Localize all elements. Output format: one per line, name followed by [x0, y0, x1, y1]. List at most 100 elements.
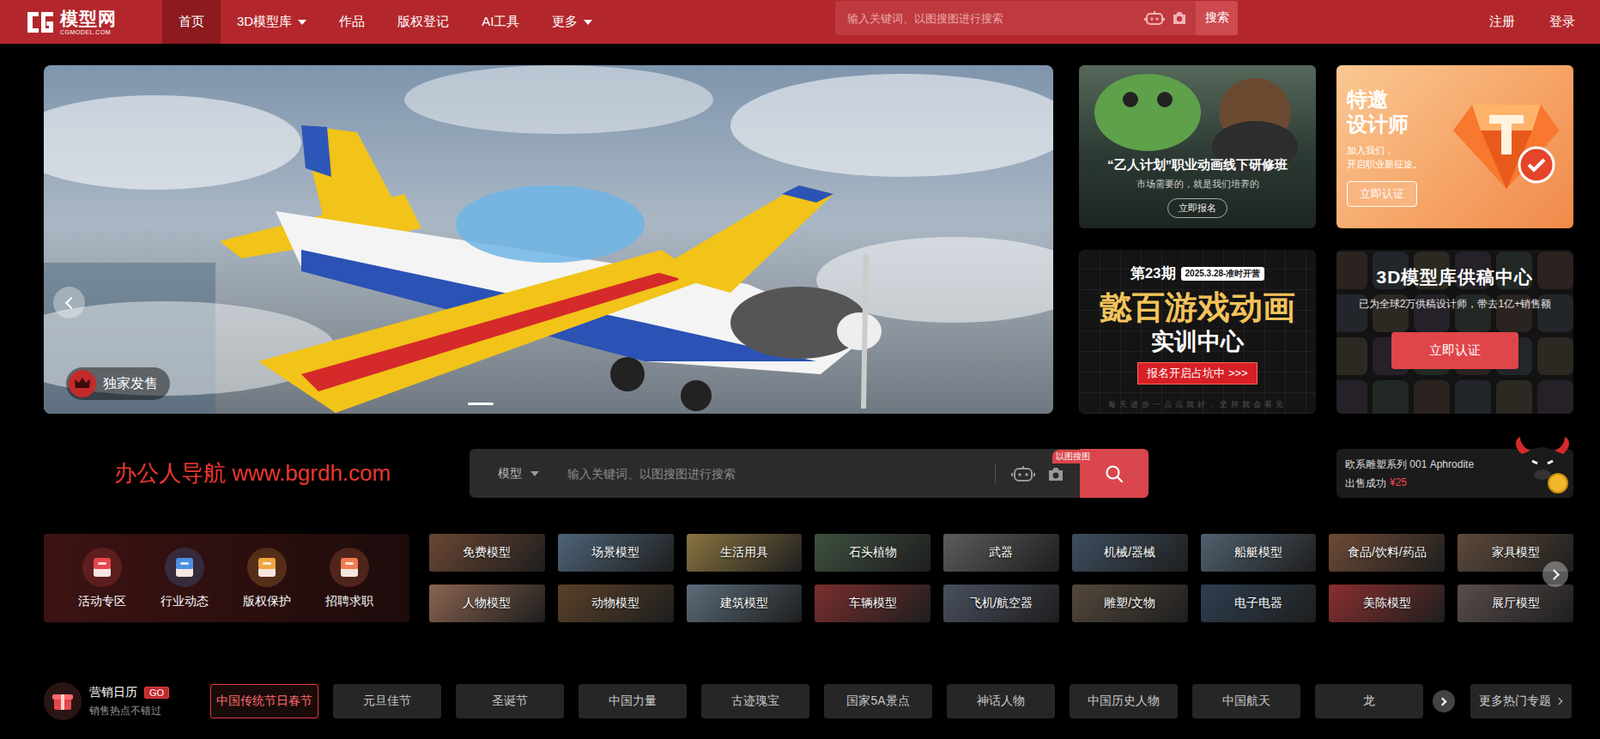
promo-title: “乙人计划”职业动画线下研修班 — [1107, 157, 1288, 174]
category-tile[interactable]: 武器 — [943, 533, 1060, 572]
camera-icon[interactable] — [1171, 11, 1188, 25]
watermark: 办公人导航 www.bgrdh.com — [43, 458, 470, 489]
stacked-boxes-icon[interactable] — [81, 546, 123, 588]
search-category-select[interactable]: 模型 — [469, 466, 566, 482]
topic-chip[interactable]: 中国力量 — [578, 684, 687, 719]
notification-row: 出售成功¥25 — [1345, 476, 1514, 491]
calendar-info: 营销日历GO销售热点不错过 — [43, 682, 211, 721]
promo-header: 第23期2025.3.28-准时开营 — [1130, 263, 1266, 284]
nav-item[interactable]: 作品 — [322, 0, 382, 44]
stacked-boxes-icon[interactable] — [328, 546, 370, 588]
badge-label: 独家发售 — [103, 375, 158, 394]
quick-link[interactable]: 活动专区 — [60, 546, 144, 610]
stacked-boxes-icon[interactable] — [163, 546, 206, 588]
category-tile[interactable]: 石头植物 — [814, 533, 931, 572]
category-tile[interactable]: 生活用具 — [686, 533, 803, 572]
nav-item[interactable]: 3D模型库 — [220, 0, 323, 44]
promo-body: “乙人计划”职业动画线下研修班市场需要的，就是我们培养的立即报名 — [1078, 65, 1316, 229]
nav-label[interactable]: AI工具 — [481, 13, 520, 31]
topic-chip[interactable]: 圣诞节 — [455, 684, 564, 719]
topic-chip[interactable]: 元旦佳节 — [333, 684, 442, 719]
topic-chip[interactable]: 古迹瑰宝 — [701, 684, 810, 719]
quick-link[interactable]: 招聘求职 — [308, 546, 391, 610]
topic-chip[interactable]: 国家5A景点 — [824, 684, 933, 719]
image-search[interactable]: 以图搜图 — [1047, 466, 1065, 482]
promo-button[interactable]: 立即认证 — [1346, 181, 1418, 207]
promo-body: 3D模型库供稿中心已为全球2万供稿设计师，带去1亿+销售额立即认证 — [1336, 249, 1574, 414]
quick-link-label[interactable]: 版权保护 — [242, 593, 291, 610]
nav-label[interactable]: 作品 — [339, 13, 365, 31]
category-tile[interactable]: 展厅模型 — [1457, 584, 1574, 623]
topic-chip[interactable]: 中国历史人物 — [1069, 684, 1178, 719]
gift-icon — [43, 682, 82, 721]
more-topics-label[interactable]: 更多热门专题 — [1478, 693, 1552, 710]
nav-item[interactable]: AI工具 — [465, 0, 536, 44]
nav-label[interactable]: 版权登记 — [397, 13, 449, 31]
category-tile[interactable]: 飞机/航空器 — [943, 584, 1060, 623]
nav-label[interactable]: 更多 — [551, 13, 578, 31]
quick-link[interactable]: 版权保护 — [225, 546, 309, 610]
logo[interactable]: 模型网CGMODEL.COM — [0, 0, 138, 44]
nav-label[interactable]: 首页 — [178, 13, 205, 31]
sale-notification: 欧系雕塑系列 001 Aphrodite出售成功¥25 — [1336, 448, 1574, 498]
quick-link-label[interactable]: 活动专区 — [78, 593, 127, 610]
topic-chip[interactable]: 中国传统节日春节 — [210, 684, 319, 719]
category-tile[interactable]: 人物模型 — [429, 584, 546, 623]
category-tile[interactable]: 免费模型 — [429, 533, 546, 572]
promo-card[interactable]: 3D模型库供稿中心已为全球2万供稿设计师，带去1亿+销售额立即认证 — [1336, 249, 1574, 414]
category-next-button[interactable] — [1542, 561, 1569, 588]
login-link[interactable]: 登录 — [1549, 13, 1576, 31]
category-label[interactable]: 模型 — [497, 466, 522, 482]
ai-robot-icon[interactable] — [1144, 10, 1165, 26]
more-topics-button[interactable]: 更多热门专题 — [1470, 684, 1572, 719]
category-tile[interactable]: 建筑模型 — [686, 584, 803, 623]
category-tile[interactable]: 雕塑/文物 — [1072, 584, 1188, 623]
nav-item[interactable]: 首页 — [162, 0, 221, 44]
register-link[interactable]: 注册 — [1489, 13, 1516, 31]
topic-chip[interactable]: 神话人物 — [946, 684, 1055, 719]
category-tile[interactable]: 食品/饮料/药品 — [1328, 533, 1445, 572]
promo-button[interactable]: 立即报名 — [1167, 198, 1228, 219]
topic-chip[interactable]: 中国航天 — [1192, 684, 1301, 719]
dropdown-caret-icon — [583, 19, 593, 25]
quick-link-label[interactable]: 行业动态 — [160, 593, 209, 610]
bull-mascot-icon — [1511, 435, 1574, 497]
notification-price: ¥25 — [1389, 476, 1407, 491]
category-tile[interactable]: 场景模型 — [557, 533, 674, 572]
category-tile[interactable]: 车辆模型 — [814, 584, 931, 623]
hero-carousel[interactable]: 独家发售 — [43, 65, 1054, 414]
promo-button[interactable]: 报名开启占坑中 >>> — [1137, 362, 1257, 385]
carousel-dot[interactable] — [467, 402, 494, 406]
main-search-input[interactable] — [565, 466, 987, 482]
carousel-prev-button[interactable] — [53, 286, 85, 319]
calendar-text: 营销日历GO销售热点不错过 — [89, 684, 170, 719]
top-search-input[interactable] — [845, 11, 1138, 26]
stacked-boxes-icon[interactable] — [246, 546, 288, 588]
top-search-button[interactable]: 搜索 — [1195, 0, 1238, 36]
promo-footer: 每天进步一点点就好，坚持就会看见 — [1078, 399, 1316, 411]
category-tiles: 免费模型场景模型生活用具石头植物武器机械/器械船艇模型食品/饮料/药品家具模型人… — [429, 533, 1574, 623]
category-tile[interactable]: 电子电器 — [1200, 584, 1317, 623]
topics-next-button[interactable] — [1432, 690, 1455, 713]
category-tile[interactable]: 美陈模型 — [1328, 584, 1445, 623]
go-badge[interactable]: GO — [144, 686, 170, 699]
nav-item[interactable]: 版权登记 — [381, 0, 466, 44]
promo-card[interactable]: 第23期2025.3.28-准时开营懿百游戏动画实训中心报名开启占坑中 >>>每… — [1078, 249, 1316, 414]
category-tile[interactable]: 动物模型 — [557, 584, 674, 623]
promo-button[interactable]: 立即认证 — [1391, 332, 1519, 370]
nav-item[interactable]: 更多 — [535, 0, 609, 44]
camera-icon[interactable] — [1047, 466, 1065, 482]
quick-link-label[interactable]: 招聘求职 — [325, 593, 374, 610]
promo-card[interactable]: 特邀设计师加入我们，开启职业新征途。立即认证 — [1336, 65, 1574, 229]
category-tile[interactable]: 机械/器械 — [1072, 533, 1188, 572]
quick-link[interactable]: 行业动态 — [143, 546, 226, 610]
nav-menu: 首页 3D模型库 作品 版权登记 AI工具 更多 — [162, 0, 836, 44]
promo-card[interactable]: “乙人计划”职业动画线下研修班市场需要的，就是我们培养的立即报名 — [1078, 65, 1316, 229]
magnifier-icon[interactable] — [1103, 463, 1125, 485]
image-search-badge: 以图搜图 — [1052, 449, 1094, 464]
category-tile[interactable]: 船艇模型 — [1200, 533, 1317, 572]
nav-label[interactable]: 3D模型库 — [236, 13, 292, 31]
category-row: 活动专区 行业动态 版权保护 招聘求职 免费模型场景模型生活用具石头植物武器机械/器械船… — [43, 533, 1574, 623]
ai-robot-icon[interactable] — [1011, 465, 1036, 483]
topic-chip[interactable]: 龙 — [1315, 684, 1424, 719]
